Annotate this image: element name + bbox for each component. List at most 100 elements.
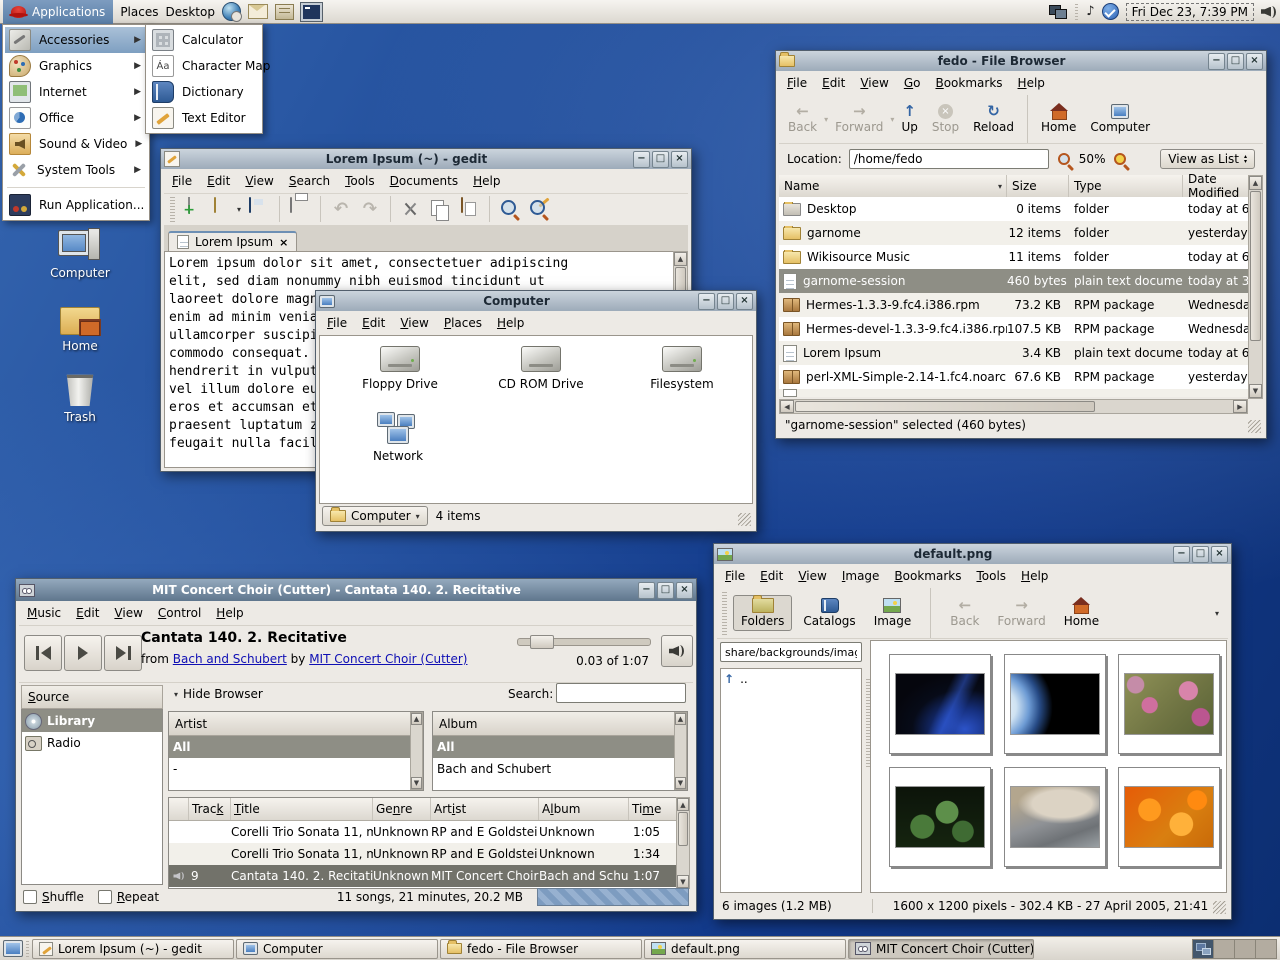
menu-view[interactable]: View <box>114 606 142 620</box>
menu-edit[interactable]: Edit <box>760 569 783 583</box>
menu-music[interactable]: Music <box>27 606 61 620</box>
seek-slider[interactable] <box>517 638 651 646</box>
source-header[interactable]: Source <box>21 685 163 709</box>
horizontal-scrollbar[interactable]: ◀ ▶ <box>779 399 1248 414</box>
workspace-4[interactable] <box>1256 940 1276 958</box>
menu-item-accessories[interactable]: Accessories ▶ <box>5 27 147 53</box>
menu-item-sound-video[interactable]: Sound & Video ▶ <box>5 131 147 157</box>
artist-scrollbar[interactable]: ▲ ▼ <box>410 712 423 790</box>
source-radio[interactable]: Radio <box>22 732 162 754</box>
thumbnail-orange-flowers[interactable] <box>1118 767 1220 867</box>
menu-help[interactable]: Help <box>216 606 243 620</box>
repeat-checkbox[interactable]: Repeat <box>98 890 159 904</box>
next-button[interactable] <box>104 635 142 671</box>
table-row-selected[interactable]: garnome-session 460 bytesplain text docu… <box>779 269 1248 293</box>
menu-edit[interactable]: Edit <box>822 76 845 90</box>
menu-item-system-tools[interactable]: System Tools ▶ <box>5 157 147 183</box>
table-row-partial[interactable] <box>779 389 1248 397</box>
artist-link[interactable]: MIT Concert Choir (Cutter) <box>309 652 467 666</box>
copy-icon[interactable] <box>431 200 444 216</box>
thumbnail-leaves[interactable] <box>889 767 991 867</box>
icon-filesystem[interactable]: Filesystem <box>632 346 732 391</box>
album-column-header[interactable]: Album <box>433 712 687 736</box>
column-header-name[interactable]: Name▾ <box>779 175 1007 197</box>
menu-bookmarks[interactable]: Bookmarks <box>894 569 961 583</box>
album-link[interactable]: Bach and Schubert <box>173 652 287 666</box>
places-menu-button[interactable]: Places <box>120 5 158 19</box>
menu-item-internet[interactable]: Internet ▶ <box>5 79 147 105</box>
save-icon[interactable] <box>249 197 251 213</box>
home-button[interactable]: Home <box>1057 596 1106 630</box>
menu-item-graphics[interactable]: Graphics ▶ <box>5 53 147 79</box>
minimize-button[interactable]: − <box>1208 53 1225 70</box>
menu-view[interactable]: View <box>798 569 826 583</box>
menu-help[interactable]: Help <box>1018 76 1045 90</box>
table-row[interactable]: Hermes-1.3.3-9.fc4.i386.rpm 73.2 KBRPM p… <box>779 293 1248 317</box>
workspace-2[interactable] <box>1214 940 1235 958</box>
volume-button[interactable] <box>661 635 693 667</box>
hide-browser-toggle[interactable]: ▾ Hide Browser <box>174 687 263 701</box>
menu-help[interactable]: Help <box>473 174 500 188</box>
menu-image[interactable]: Image <box>842 569 880 583</box>
maximize-button[interactable]: □ <box>1192 546 1209 563</box>
source-library[interactable]: Library <box>22 710 162 732</box>
previous-button[interactable] <box>24 635 62 671</box>
artist-row[interactable]: - <box>169 758 423 780</box>
back-button[interactable]: ← Back <box>943 596 986 630</box>
icon-network[interactable]: Network <box>348 412 448 463</box>
close-button[interactable]: × <box>1211 546 1228 563</box>
gedit-titlebar[interactable]: Lorem Ipsum (~) - gedit − □ × <box>161 149 691 169</box>
artist-column-header[interactable]: Artist <box>169 712 423 736</box>
close-button[interactable]: × <box>1246 53 1263 70</box>
view-as-dropdown[interactable]: View as List ▴▾ <box>1160 149 1255 169</box>
task-gedit[interactable]: Lorem Ipsum (~) - gedit <box>32 939 234 959</box>
minimize-button[interactable]: − <box>1173 546 1190 563</box>
track-scrollbar[interactable]: ▲ ▼ <box>676 797 690 889</box>
column-header-genre[interactable]: Genre <box>373 798 431 820</box>
stop-button[interactable]: × Stop <box>925 102 966 136</box>
zoom-in-icon[interactable] <box>1114 153 1126 165</box>
table-row[interactable]: garnome 12 itemsfolderyesterday a <box>779 221 1248 245</box>
menu-file[interactable]: File <box>787 76 807 90</box>
volume-icon[interactable] <box>1261 4 1277 20</box>
window-selector-icon[interactable] <box>1049 5 1067 19</box>
album-scrollbar[interactable]: ▲ ▼ <box>674 712 687 790</box>
new-document-icon[interactable] <box>188 197 190 213</box>
thumbnail-pink-flowers[interactable] <box>1118 654 1220 754</box>
desktop-icon-home[interactable]: Home <box>35 303 125 353</box>
thumbnail-fedora-blue[interactable] <box>889 654 991 754</box>
open-icon[interactable] <box>214 197 216 213</box>
column-header-size[interactable]: Size <box>1007 175 1069 197</box>
web-browser-launcher-icon[interactable] <box>222 2 241 21</box>
menu-control[interactable]: Control <box>158 606 201 620</box>
column-header-title[interactable]: Title <box>231 798 373 820</box>
column-header-type[interactable]: Type <box>1069 175 1183 197</box>
minimize-button[interactable]: − <box>638 582 655 599</box>
menu-item-run-application[interactable]: Run Application... <box>5 192 147 218</box>
home-button[interactable]: Home <box>1034 102 1083 136</box>
scroll-down-arrow[interactable]: ▼ <box>1249 384 1262 398</box>
workspace-1[interactable] <box>1193 940 1214 958</box>
open-dropdown-caret[interactable]: ▾ <box>237 205 241 214</box>
column-header-track[interactable]: Track <box>189 798 231 820</box>
close-button[interactable]: × <box>736 293 753 310</box>
redo-icon[interactable]: ↷ <box>359 198 381 220</box>
back-button[interactable]: ← Back <box>781 102 824 136</box>
cut-icon[interactable] <box>400 198 422 220</box>
column-header-date[interactable]: Date Modified <box>1183 175 1248 197</box>
track-row-playing[interactable]: 9Cantata 140. 2. RecitativeUnknownMIT Co… <box>169 865 687 887</box>
vertical-scrollbar[interactable]: ▲ ▼ <box>1248 175 1263 399</box>
column-header-album[interactable]: Album <box>539 798 629 820</box>
menu-places[interactable]: Places <box>444 316 482 330</box>
update-notifier-icon[interactable] <box>1102 3 1119 20</box>
applications-menu-button[interactable]: Applications <box>3 0 113 24</box>
close-button[interactable]: × <box>671 151 688 168</box>
parent-folder-item[interactable]: ↑ .. <box>724 672 858 686</box>
album-all-row[interactable]: All <box>433 736 687 758</box>
menu-edit[interactable]: Edit <box>207 174 230 188</box>
thumbnail-earth[interactable] <box>1004 654 1106 754</box>
table-row[interactable]: perl-XML-Simple-2.14-1.fc4.noarch.rpm 67… <box>779 365 1248 389</box>
menu-bookmarks[interactable]: Bookmarks <box>935 76 1002 90</box>
menu-edit[interactable]: Edit <box>362 316 385 330</box>
show-desktop-icon[interactable] <box>3 940 23 957</box>
